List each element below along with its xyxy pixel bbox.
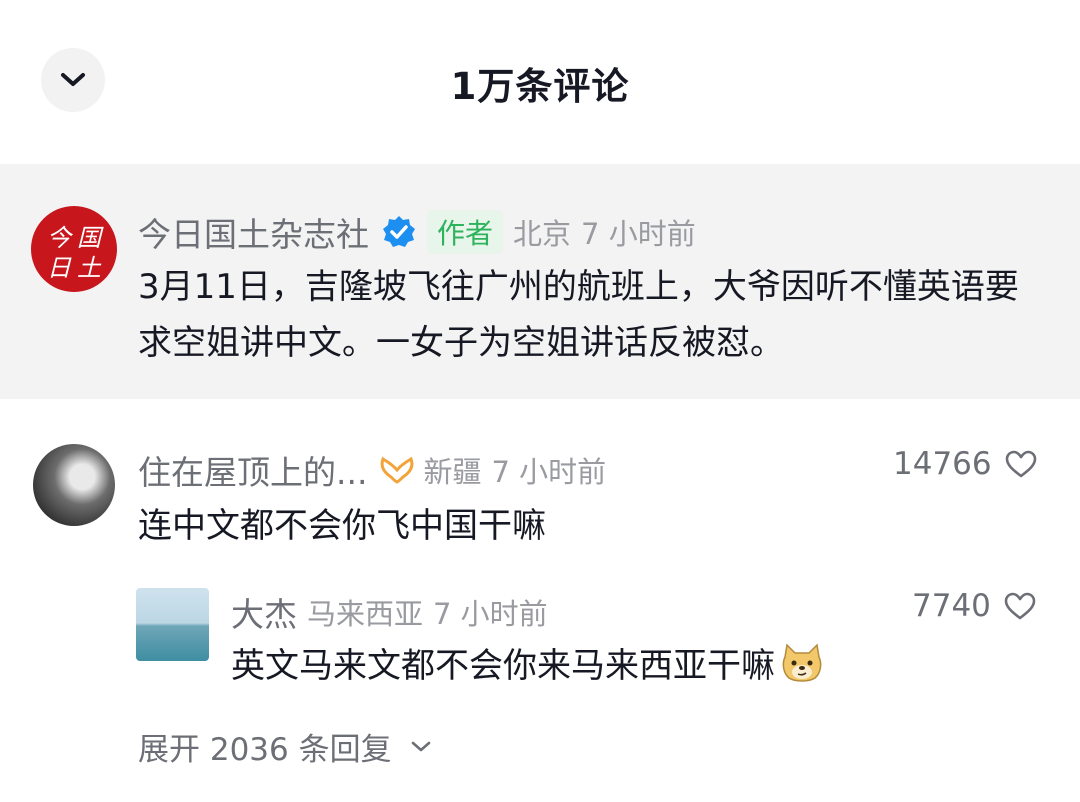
svg-text:日: 日 xyxy=(47,254,72,282)
author-username[interactable]: 今日国土杂志社 xyxy=(138,208,369,256)
comment-meta: 住在屋顶上的... 新疆 7 小时前 xyxy=(138,446,606,494)
location: 马来西亚 xyxy=(307,597,424,631)
heart-outline-icon xyxy=(1005,450,1036,478)
reply-text: 英文马来文都不会你来马来西亚干嘛 xyxy=(231,646,775,686)
chevron-down-icon xyxy=(410,740,432,754)
heart-outline-icon xyxy=(1004,592,1036,620)
comment-count-title: 1万条评论 xyxy=(450,65,630,108)
author-badge: 作者 xyxy=(427,210,504,254)
sheet-header: 1万条评论 xyxy=(0,0,1080,160)
pinned-meta: 今日国土杂志社 作者 北京 7 小时前 xyxy=(138,208,696,256)
pinned-comment[interactable]: 今 国 日 土 今日国土杂志社 作者 北京 7 小时前 3月11日，吉隆坡飞往广… xyxy=(0,164,1080,399)
like-button[interactable]: 14766 xyxy=(893,446,1038,482)
comment-text: 连中文都不会你飞中国干嘛 xyxy=(138,506,546,546)
timestamp: 7 小时前 xyxy=(581,217,696,251)
expand-replies-button[interactable]: 展开 2036 条回复 xyxy=(138,724,432,769)
replier-username[interactable]: 大杰 xyxy=(231,588,297,636)
reply-meta: 大杰 马来西亚 7 小时前 xyxy=(231,588,548,636)
commenter-username[interactable]: 住在屋顶上的... xyxy=(138,446,367,494)
reply-like-button[interactable]: 7740 xyxy=(912,588,1037,624)
svg-text:国: 国 xyxy=(77,224,104,252)
verified-badge-icon xyxy=(381,214,417,250)
comments-sheet: 1万条评论 今 国 日 土 今日国土杂志社 作者 北京 7 小时前 3月11日，… xyxy=(0,0,1080,802)
logo-icon: 今 国 日 土 xyxy=(47,224,104,282)
expand-replies-label: 展开 2036 条回复 xyxy=(138,732,392,768)
like-count: 14766 xyxy=(893,446,992,482)
commenter-avatar[interactable] xyxy=(33,444,115,526)
location: 北京 xyxy=(513,217,572,251)
location: 新疆 xyxy=(423,455,482,489)
doge-emoji-icon xyxy=(779,642,825,683)
reply-text-row: 英文马来文都不会你来马来西亚干嘛 xyxy=(231,638,825,687)
medal-icon xyxy=(379,455,415,485)
pinned-comment-text: 3月11日，吉隆坡飞往广州的航班上，大爷因听不懂英语要求空姐讲中文。一女子为空姐… xyxy=(138,267,1019,363)
timestamp: 7 小时前 xyxy=(433,597,548,631)
svg-text:今: 今 xyxy=(47,224,74,252)
svg-text:土: 土 xyxy=(77,254,102,282)
like-count: 7740 xyxy=(912,588,991,624)
timestamp: 7 小时前 xyxy=(491,455,607,489)
author-avatar[interactable]: 今 国 日 土 xyxy=(31,206,117,292)
replier-avatar[interactable] xyxy=(136,588,209,661)
